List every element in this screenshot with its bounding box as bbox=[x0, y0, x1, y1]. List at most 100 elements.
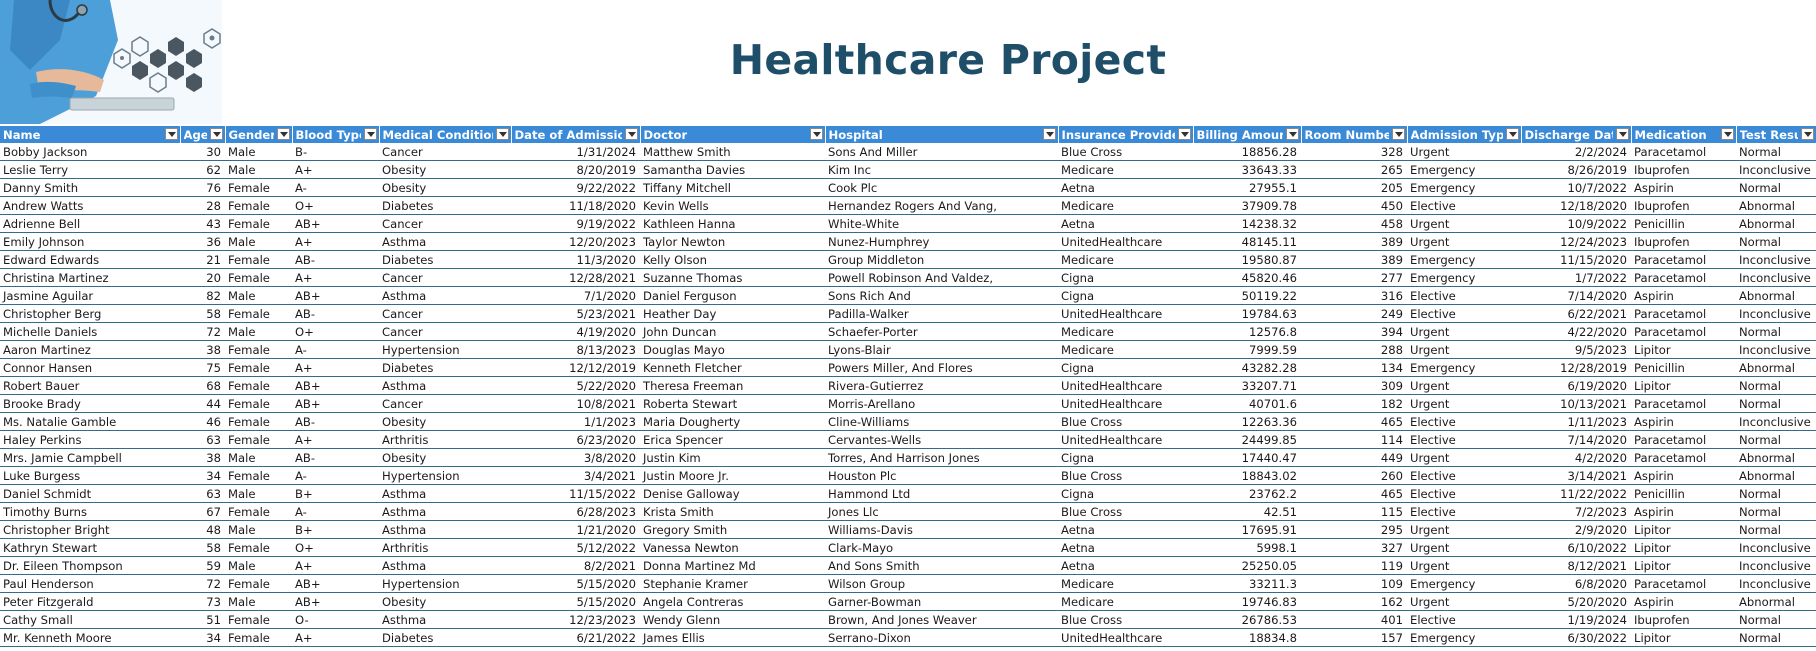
table-cell[interactable]: Taylor Newton bbox=[640, 232, 825, 251]
table-cell[interactable]: Penicillin bbox=[1631, 358, 1736, 377]
table-cell[interactable]: 10/13/2021 bbox=[1521, 394, 1631, 413]
table-cell[interactable]: Female bbox=[225, 430, 292, 449]
table-cell[interactable]: 8/26/2019 bbox=[1521, 160, 1631, 179]
column-header[interactable]: Age bbox=[180, 126, 226, 143]
table-cell[interactable]: 7/14/2020 bbox=[1521, 286, 1631, 305]
table-cell[interactable]: Ibuprofen bbox=[1631, 232, 1736, 251]
table-cell[interactable]: Paracetamol bbox=[1631, 143, 1736, 161]
table-cell[interactable]: Lipitor bbox=[1631, 538, 1736, 557]
table-cell[interactable]: Male bbox=[225, 592, 292, 611]
table-cell[interactable]: 33207.71 bbox=[1193, 376, 1301, 395]
table-cell[interactable]: Paracetamol bbox=[1631, 304, 1736, 323]
table-cell[interactable]: Suzanne Thomas bbox=[640, 268, 825, 287]
table-cell[interactable]: 1/7/2022 bbox=[1521, 268, 1631, 287]
filter-dropdown-icon[interactable] bbox=[495, 128, 509, 140]
column-header[interactable]: Hospital bbox=[825, 126, 1059, 143]
table-cell[interactable]: Denise Galloway bbox=[640, 484, 825, 503]
table-cell[interactable]: Male bbox=[225, 448, 292, 467]
table-cell[interactable]: Female bbox=[225, 538, 292, 557]
table-cell[interactable]: O+ bbox=[292, 322, 379, 341]
table-cell[interactable]: Elective bbox=[1407, 196, 1521, 215]
table-cell[interactable]: 4/19/2020 bbox=[511, 322, 640, 341]
table-cell[interactable]: Asthma bbox=[379, 286, 511, 305]
table-cell[interactable]: Paracetamol bbox=[1631, 574, 1736, 593]
table-cell[interactable]: Haley Perkins bbox=[0, 430, 180, 449]
table-cell[interactable]: Abnormal bbox=[1736, 196, 1816, 215]
table-cell[interactable]: 67 bbox=[180, 502, 225, 521]
table-cell[interactable]: Asthma bbox=[379, 232, 511, 251]
table-cell[interactable]: Brooke Brady bbox=[0, 394, 180, 413]
table-cell[interactable]: 8/20/2019 bbox=[511, 160, 640, 179]
table-cell[interactable]: Kelly Olson bbox=[640, 250, 825, 269]
table-cell[interactable]: 9/5/2023 bbox=[1521, 340, 1631, 359]
table-cell[interactable]: 157 bbox=[1301, 628, 1407, 647]
table-cell[interactable]: A+ bbox=[292, 430, 379, 449]
table-cell[interactable]: Urgent bbox=[1407, 376, 1521, 395]
table-cell[interactable]: Normal bbox=[1736, 178, 1816, 197]
table-cell[interactable]: Kevin Wells bbox=[640, 196, 825, 215]
table-cell[interactable]: Asthma bbox=[379, 502, 511, 521]
table-cell[interactable]: Female bbox=[225, 196, 292, 215]
table-cell[interactable]: Mr. Kenneth Moore bbox=[0, 628, 180, 647]
table-cell[interactable]: B+ bbox=[292, 484, 379, 503]
table-cell[interactable]: B- bbox=[292, 143, 379, 161]
table-cell[interactable]: Abnormal bbox=[1736, 466, 1816, 485]
table-cell[interactable]: Blue Cross bbox=[1058, 466, 1193, 485]
filter-dropdown-icon[interactable] bbox=[1615, 128, 1629, 140]
table-cell[interactable]: Asthma bbox=[379, 556, 511, 575]
table-cell[interactable]: Cancer bbox=[379, 304, 511, 323]
table-cell[interactable]: Cancer bbox=[379, 394, 511, 413]
table-cell[interactable]: 12/28/2019 bbox=[1521, 358, 1631, 377]
table-cell[interactable]: 389 bbox=[1301, 250, 1407, 269]
table-cell[interactable]: Medicare bbox=[1058, 322, 1193, 341]
table-cell[interactable]: 30 bbox=[180, 143, 225, 161]
table-cell[interactable]: Urgent bbox=[1407, 340, 1521, 359]
table-cell[interactable]: AB- bbox=[292, 412, 379, 431]
table-cell[interactable]: 7/1/2020 bbox=[511, 286, 640, 305]
filter-dropdown-icon[interactable] bbox=[209, 128, 223, 140]
table-cell[interactable]: Justin Moore Jr. bbox=[640, 466, 825, 485]
table-cell[interactable]: 12/24/2023 bbox=[1521, 232, 1631, 251]
table-cell[interactable]: 327 bbox=[1301, 538, 1407, 557]
table-cell[interactable]: And Sons Smith bbox=[825, 556, 1058, 575]
table-cell[interactable]: Blue Cross bbox=[1058, 502, 1193, 521]
table-cell[interactable]: Ibuprofen bbox=[1631, 160, 1736, 179]
table-cell[interactable]: Female bbox=[225, 178, 292, 197]
table-cell[interactable]: Abnormal bbox=[1736, 592, 1816, 611]
table-cell[interactable]: 12263.36 bbox=[1193, 412, 1301, 431]
table-cell[interactable]: 265 bbox=[1301, 160, 1407, 179]
table-cell[interactable]: Donna Martinez Md bbox=[640, 556, 825, 575]
table-cell[interactable]: Cancer bbox=[379, 322, 511, 341]
table-cell[interactable]: Diabetes bbox=[379, 358, 511, 377]
table-cell[interactable]: O+ bbox=[292, 538, 379, 557]
table-cell[interactable]: Stephanie Kramer bbox=[640, 574, 825, 593]
table-cell[interactable]: 309 bbox=[1301, 376, 1407, 395]
table-cell[interactable]: Asthma bbox=[379, 520, 511, 539]
table-cell[interactable]: John Duncan bbox=[640, 322, 825, 341]
table-cell[interactable]: Inconclusive bbox=[1736, 556, 1816, 575]
table-cell[interactable]: 465 bbox=[1301, 484, 1407, 503]
table-cell[interactable]: 48 bbox=[180, 520, 225, 539]
table-cell[interactable]: Cigna bbox=[1058, 448, 1193, 467]
table-cell[interactable]: Obesity bbox=[379, 412, 511, 431]
table-cell[interactable]: Normal bbox=[1736, 520, 1816, 539]
table-cell[interactable]: 3/4/2021 bbox=[511, 466, 640, 485]
filter-dropdown-icon[interactable] bbox=[1720, 128, 1734, 140]
table-cell[interactable]: Female bbox=[225, 610, 292, 629]
column-header[interactable]: Medication bbox=[1631, 126, 1737, 143]
table-cell[interactable]: Cancer bbox=[379, 143, 511, 161]
table-cell[interactable]: Emergency bbox=[1407, 250, 1521, 269]
table-cell[interactable]: 3/14/2021 bbox=[1521, 466, 1631, 485]
table-cell[interactable]: Ms. Natalie Gamble bbox=[0, 412, 180, 431]
table-cell[interactable]: 295 bbox=[1301, 520, 1407, 539]
table-cell[interactable]: Obesity bbox=[379, 448, 511, 467]
table-cell[interactable]: Kathleen Hanna bbox=[640, 214, 825, 233]
table-cell[interactable]: Mrs. Jamie Campbell bbox=[0, 448, 180, 467]
table-cell[interactable]: Elective bbox=[1407, 502, 1521, 521]
table-cell[interactable]: UnitedHealthcare bbox=[1058, 430, 1193, 449]
table-cell[interactable]: Cathy Small bbox=[0, 610, 180, 629]
filter-dropdown-icon[interactable] bbox=[363, 128, 377, 140]
table-cell[interactable]: Female bbox=[225, 394, 292, 413]
table-cell[interactable]: Morris-Arellano bbox=[825, 394, 1058, 413]
table-cell[interactable]: 6/8/2020 bbox=[1521, 574, 1631, 593]
